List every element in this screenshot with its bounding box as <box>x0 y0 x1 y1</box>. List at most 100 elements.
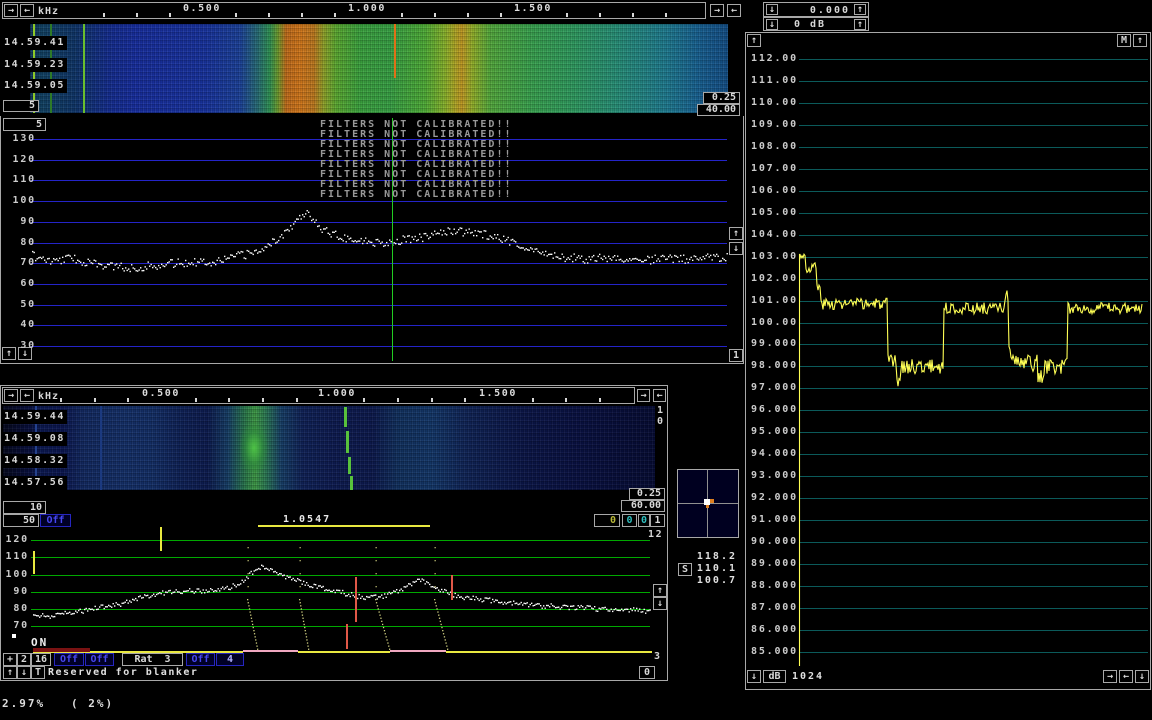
freq-scale-tick <box>565 398 567 402</box>
db-scale-button[interactable]: dB <box>763 670 786 683</box>
axis-label: 80 <box>3 603 29 615</box>
mode-flag-box[interactable]: 0 <box>622 514 637 527</box>
waterfall-timestamp: 14.59.08 <box>2 432 67 446</box>
smeter-mode-button[interactable]: S <box>678 563 692 576</box>
smeter-graph-frame[interactable] <box>745 32 1151 690</box>
pan-right-outer-button[interactable]: → <box>637 389 650 402</box>
axis-label: 90.000 <box>751 536 801 548</box>
panel-c-frequency-scale[interactable]: → ← kHz 0.5001.0001.500 <box>2 387 635 404</box>
freq-scale-label: 1.000 <box>313 389 361 399</box>
row-down-button[interactable]: ↓ <box>17 666 31 679</box>
waterfall-timestamp: 14.59.05 <box>2 79 67 93</box>
axis-label: 30 <box>4 340 36 352</box>
agc-state-button[interactable]: Off <box>40 514 71 527</box>
spectrum-avg-box[interactable]: 5 <box>3 118 46 131</box>
row-up-button[interactable]: ↑ <box>3 666 17 679</box>
axis-label: 94.000 <box>751 448 801 460</box>
waterfall-timestamp: 14.59.23 <box>2 58 67 72</box>
axis-label: 105.00 <box>751 207 801 219</box>
mode-flag-box[interactable]: 0 <box>594 514 620 527</box>
waterfall-zoom-box[interactable]: 0.25 <box>703 92 740 104</box>
timing-button[interactable]: T <box>31 666 45 679</box>
freq-scale-tick <box>599 398 601 402</box>
filter-floor-pink <box>243 650 298 652</box>
smeter-value: 118.2 <box>693 551 737 563</box>
blanker-off-button[interactable]: Off <box>54 653 84 666</box>
shift-up-button[interactable]: ↑ <box>854 4 866 15</box>
phase-scope[interactable] <box>677 469 739 538</box>
freq-scale-tick <box>235 13 237 17</box>
waterfall-timestamp: 14.59.41 <box>2 36 67 50</box>
shift-down-button[interactable]: ↓ <box>766 4 778 15</box>
blanker-off-button[interactable]: Off <box>85 653 114 666</box>
freq-scale-tick <box>665 13 667 17</box>
panel-a-frequency-scale[interactable]: → ← kHz 0.5001.0001.500 <box>2 2 706 19</box>
axis-label: 111.00 <box>751 75 801 87</box>
freq-scale-tick <box>431 398 433 402</box>
gain-up-button[interactable]: ↑ <box>854 19 866 30</box>
graph-pan-down-button[interactable]: ↓ <box>1135 670 1149 683</box>
freq-scale-tick <box>632 13 634 17</box>
on-indicator: ON <box>31 637 48 649</box>
waterfall-timestamp: 14.59.44 <box>2 410 67 424</box>
pan-right-outer-button[interactable]: → <box>710 4 724 17</box>
shift-control-group: ↓ 0.000 ↑ <box>763 2 869 17</box>
filters-warning-text: FILTERS NOT CALIBRATED!! <box>320 189 513 201</box>
side-flag-bottom: 0 <box>657 416 665 428</box>
mode-flag-box[interactable]: 1 <box>650 514 665 527</box>
bb-scroll-up-button[interactable]: ↑ <box>653 584 667 597</box>
graph-down-button[interactable]: ↓ <box>747 670 761 683</box>
pan-left-button[interactable]: ← <box>20 4 34 17</box>
baseband-waterfall[interactable] <box>3 406 655 490</box>
rat-setting-box[interactable]: Rat 3 <box>122 653 183 666</box>
pan-left-outer-button[interactable]: ← <box>727 4 741 17</box>
freq-scale-label: 1.500 <box>474 389 522 399</box>
red-marker <box>451 575 453 600</box>
axis-label: 100 <box>3 569 29 581</box>
axis-label: 112.00 <box>751 53 801 65</box>
graph-scroll-up-button[interactable]: ↑ <box>747 34 761 47</box>
axis-label: 87.000 <box>751 602 801 614</box>
axis-label: 120 <box>3 534 29 546</box>
pan-left-outer-button[interactable]: ← <box>653 389 666 402</box>
axis-label: 107.00 <box>751 163 801 175</box>
graph-pan-right-button[interactable]: → <box>1103 670 1117 683</box>
pan-right-button[interactable]: → <box>4 4 18 17</box>
selector-4-box[interactable]: 4 <box>216 653 244 666</box>
freq-scale-label: 1.000 <box>343 4 391 14</box>
main-waterfall[interactable] <box>30 24 728 113</box>
axis-label: 99.000 <box>751 338 801 350</box>
freq-scale-tick <box>60 398 62 402</box>
graph-pan-left-button[interactable]: ← <box>1119 670 1133 683</box>
expand-button[interactable]: + <box>3 653 17 666</box>
fft1-size-box[interactable]: 16 <box>31 653 51 666</box>
pan-left-button[interactable]: ← <box>20 389 34 402</box>
axis-label: 50 <box>4 299 36 311</box>
mode-flag-box[interactable]: 0 <box>638 514 650 527</box>
waterfall-gain-box[interactable]: 60.00 <box>621 500 665 512</box>
gain-down-button[interactable]: ↓ <box>766 19 778 30</box>
bb-corner-box[interactable]: 0 <box>639 666 655 679</box>
waterfall-gain-box[interactable]: 40.00 <box>697 104 740 116</box>
axis-label: 106.00 <box>751 185 801 197</box>
spectrum-gain-up-button[interactable]: ↑ <box>729 227 743 240</box>
red-marker <box>355 577 357 622</box>
freq-scale-tick <box>566 13 568 17</box>
waterfall-avg-box[interactable]: 10 <box>3 501 46 514</box>
red-marker <box>346 624 348 649</box>
memory-button[interactable]: M <box>1117 34 1131 47</box>
agc-number-box[interactable]: 50 <box>3 514 39 527</box>
fft1-mode-box[interactable]: 2 <box>17 653 31 666</box>
bb-scroll-down-button[interactable]: ↓ <box>653 597 667 610</box>
limiter-off-button[interactable]: Off <box>186 653 215 666</box>
waterfall-avg-box[interactable]: 5 <box>3 100 39 112</box>
graph-page-up-button[interactable]: ↑ <box>1133 34 1147 47</box>
spectrum-gain-down-button[interactable]: ↓ <box>729 242 743 255</box>
freq-scale-label: 0.500 <box>178 4 226 14</box>
axis-label: 98.000 <box>751 360 801 372</box>
waterfall-zoom-box[interactable]: 0.25 <box>629 488 665 500</box>
pan-right-button[interactable]: → <box>4 389 18 402</box>
freq-scale-label: 0.500 <box>137 389 185 399</box>
freq-scale-label: 1.500 <box>509 4 557 14</box>
spectrum-corner-box[interactable]: 1 <box>729 349 743 362</box>
